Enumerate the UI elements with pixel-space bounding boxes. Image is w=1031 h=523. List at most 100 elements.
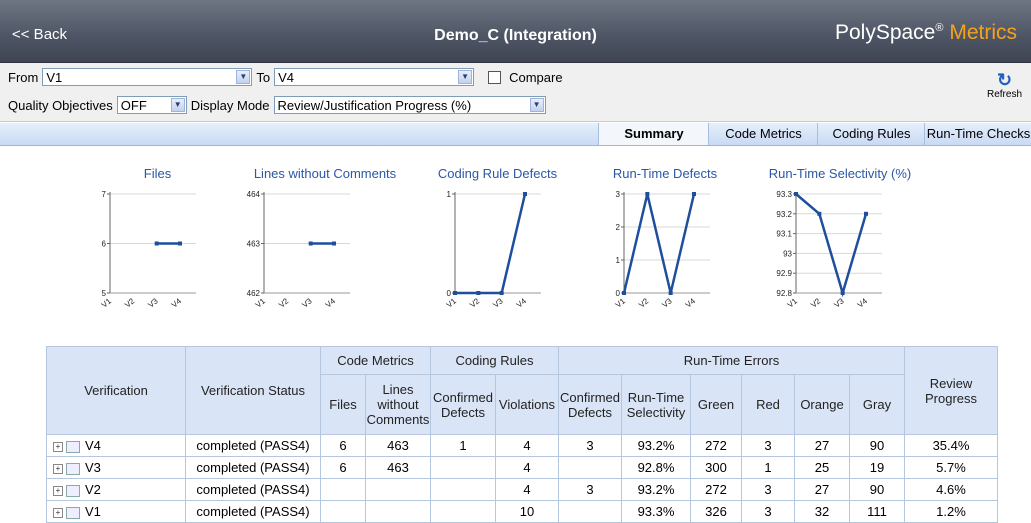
to-select[interactable]: V4 ▼ [274, 68, 475, 86]
cell-files: 6 [320, 434, 366, 457]
data-point [840, 291, 845, 295]
chevron-down-icon: ▼ [170, 98, 185, 112]
col-confirmed-defects[interactable]: Confirmed Defects [430, 374, 496, 435]
cell-green: 272 [690, 434, 742, 457]
cell-files: 6 [320, 456, 366, 479]
data-point [476, 291, 481, 295]
cell-violations: 10 [495, 500, 559, 523]
chart-title: Run-Time Defects [612, 166, 718, 181]
col-gray[interactable]: Gray [849, 374, 905, 435]
quality-objectives-select[interactable]: OFF ▼ [116, 96, 187, 114]
table-row[interactable]: + V3 completed (PASS4) 6 463 4 92.8% 300 1 25 19 5.… [46, 456, 998, 479]
tab-run-time-checks[interactable]: Run-Time Checks [924, 123, 1031, 145]
series-line [795, 193, 868, 298]
col-green[interactable]: Green [690, 374, 742, 435]
x-tick-label: V2 [468, 296, 482, 310]
col-violations[interactable]: Violations [495, 374, 559, 435]
x-tick-label: V2 [277, 296, 291, 310]
compare-checkbox[interactable] [488, 70, 502, 84]
cell-review: 5.7% [904, 456, 998, 479]
cell-orange: 27 [794, 434, 850, 457]
cell-green: 272 [690, 478, 742, 501]
data-point [523, 192, 527, 196]
refresh-button[interactable]: ↻ Refresh [987, 71, 1022, 100]
expand-icon[interactable]: + [53, 507, 63, 518]
x-tick-label: V3 [146, 296, 160, 310]
col-run-time-selectivity[interactable]: Run-Time Selectivity [621, 374, 691, 435]
cell-gray: 111 [849, 500, 905, 523]
col-orange[interactable]: Orange [794, 374, 850, 435]
cell-version[interactable]: + V1 [46, 500, 186, 523]
cell-violations: 4 [495, 434, 559, 457]
y-tick-label: 1 [616, 256, 621, 265]
x-tick-label: V1 [445, 296, 459, 310]
app-header: << Back Demo_C (Integration) PolySpace® … [0, 0, 1031, 63]
chart-plot: 567V1 V2 V3 V4 [100, 190, 196, 310]
table-row[interactable]: + V1 completed (PASS4) 10 93.3% 326 3 32 111 1.2% [46, 500, 998, 523]
display-mode-select[interactable]: Review/Justification Progress (%) ▼ [273, 96, 546, 114]
y-tick-label: 93.3 [776, 190, 792, 199]
cell-red: 3 [741, 434, 795, 457]
cell-selectivity: 93.3% [621, 500, 691, 523]
chart-title: Files [143, 166, 172, 181]
version-icon [66, 462, 80, 475]
cell-confirmed [430, 456, 496, 479]
x-tick-label: V4 [170, 296, 184, 310]
x-tick-label: V1 [100, 296, 114, 310]
back-link[interactable]: << Back [12, 26, 67, 43]
cell-version[interactable]: + V2 [46, 478, 186, 501]
cell-files [320, 500, 366, 523]
data-point [622, 291, 626, 295]
cell-lines [365, 478, 431, 501]
table-row[interactable]: + V4 completed (PASS4) 6 463 1 4 3 93.2% 272 3 27 90… [46, 434, 998, 457]
cell-selectivity: 93.2% [621, 434, 691, 457]
cell-confirmed: 1 [430, 434, 496, 457]
col-red[interactable]: Red [741, 374, 795, 435]
from-label: From [8, 69, 39, 85]
expand-icon[interactable]: + [53, 441, 63, 452]
col-rt-confirmed-defects[interactable]: Confirmed Defects [558, 374, 622, 435]
chart-title: Coding Rule Defects [437, 166, 558, 181]
expand-icon[interactable]: + [53, 485, 63, 496]
col-lines-without-comments[interactable]: Lines without Comments [365, 374, 431, 435]
cell-version[interactable]: + V4 [46, 434, 186, 457]
series-line [455, 193, 527, 295]
y-tick-label: 463 [247, 240, 261, 249]
tab-coding-rules[interactable]: Coding Rules [817, 123, 925, 145]
cell-confirmed [430, 478, 496, 501]
x-tick-label: V4 [324, 296, 338, 310]
x-tick-label: V1 [254, 296, 268, 310]
table-row[interactable]: + V2 completed (PASS4) 4 3 93.2% 272 3 27 90 4.6% [46, 478, 998, 501]
data-point [308, 241, 313, 246]
group-code-metrics: Code Metrics [320, 346, 431, 375]
y-tick-label: 93 [783, 249, 792, 258]
brand-logo: PolySpace® Metrics [834, 21, 1017, 44]
from-select[interactable]: V1 ▼ [42, 68, 253, 86]
col-review-progress[interactable]: Review Progress [904, 346, 998, 435]
col-status[interactable]: Verification Status [185, 346, 321, 435]
cell-violations: 4 [495, 456, 559, 479]
series-line [622, 193, 696, 294]
data-point [817, 211, 822, 216]
expand-icon[interactable]: + [53, 463, 63, 474]
col-files[interactable]: Files [320, 374, 366, 435]
cell-review: 35.4% [904, 434, 998, 457]
tab-code-metrics[interactable]: Code Metrics [708, 123, 818, 145]
cell-red: 3 [741, 478, 795, 501]
chart-plot: 462 463 464 V1 V2 V3 V4 [247, 190, 350, 310]
col-verification[interactable]: Verification [46, 346, 186, 435]
cell-lines [365, 500, 431, 523]
data-point [645, 192, 650, 196]
verification-table: Verification Verification Status Code Me… [46, 346, 998, 523]
quality-objectives-label: Quality Objectives [8, 97, 113, 113]
version-icon [66, 506, 80, 519]
version-icon [66, 440, 80, 453]
x-tick-label: V4 [684, 296, 698, 310]
tab-summary[interactable]: Summary [598, 123, 709, 145]
x-tick-label: V4 [515, 296, 529, 310]
y-tick-label: 1 [447, 190, 452, 199]
cell-orange: 32 [794, 500, 850, 523]
x-tick-label: V4 [856, 296, 870, 310]
cell-status: completed (PASS4) [185, 456, 321, 479]
cell-version[interactable]: + V3 [46, 456, 186, 479]
